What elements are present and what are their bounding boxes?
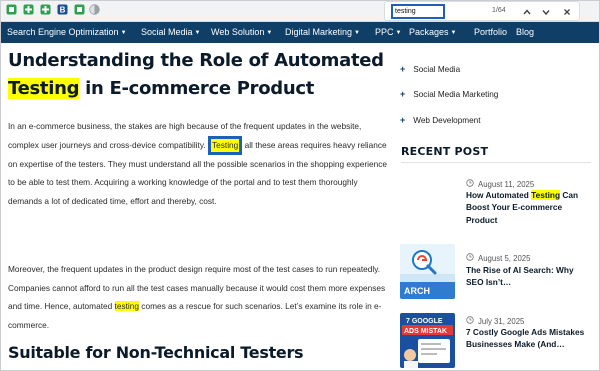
nav-item-packages[interactable]: Packages ▼ [409,27,456,37]
find-input[interactable]: testing [391,4,445,19]
find-bar: testing 1/64 [384,1,580,21]
nav-item-digital-marketing[interactable]: Digital Marketing ▼ [285,27,360,37]
bookmark-icon-2[interactable] [23,4,34,15]
plus-icon: + [400,64,406,74]
nav-item-portfolio[interactable]: Portfolio [474,27,507,37]
nav-item-seo[interactable]: Search Engine Optimization ▼ [7,27,127,37]
nav-item-web-solution[interactable]: Web Solution ▼ [211,27,272,37]
bookmark-icon-6[interactable] [89,4,100,15]
section-heading: Suitable for Non-Technical Testers [8,343,304,362]
post-date: August 5, 2025 [466,253,530,263]
find-previous-icon[interactable] [521,6,533,18]
bookmark-icon-1[interactable] [6,4,17,15]
recent-post-item[interactable]: 7 GOOGLE ADS MISTAK July 31, 2025 7 Cost… [400,313,590,371]
post-title[interactable]: How Automated Testing Can Boost Your E-c… [466,189,590,226]
chevron-down-icon: ▼ [450,30,457,36]
plus-icon: + [400,89,406,99]
post-thumbnail[interactable]: 7 GOOGLE ADS MISTAK [400,313,455,368]
chevron-down-icon: ▼ [395,30,402,36]
article-paragraph-1: In an e-commerce business, the stakes ar… [8,121,387,206]
browser-toolbar: B testing 1/64 [0,0,600,22]
svg-text:ARCH: ARCH [404,286,430,296]
search-highlight: Testing [8,78,80,99]
article-title-line-1: Understanding the Role of Automated [8,50,384,71]
sidebar-category-web-development[interactable]: + Web Development [400,115,480,125]
nav-item-social-media[interactable]: Social Media ▼ [141,27,200,37]
active-search-match: Testing [207,135,243,155]
post-title[interactable]: The Rise of AI Search: Why SEO Isn’t… [466,264,590,289]
find-close-icon[interactable] [561,6,573,18]
svg-text:7 GOOGLE: 7 GOOGLE [406,318,443,325]
recent-post-item[interactable]: August 11, 2025 How Automated Testing Ca… [400,175,590,225]
find-next-icon[interactable] [540,6,552,18]
post-date: August 11, 2025 [466,179,534,189]
search-highlight: Testing [531,190,561,200]
svg-text:ADS MISTAK: ADS MISTAK [404,328,447,335]
sidebar-category-social-media[interactable]: + Social Media [400,64,460,74]
article-paragraph-2: Moreover, the frequent updates in the pr… [8,264,386,330]
recent-post-item[interactable]: ARCH August 5, 2025 The Rise of AI Searc… [400,244,590,300]
chevron-down-icon: ▼ [266,30,273,36]
recent-post-heading: RECENT POST [401,145,489,158]
chevron-down-icon: ▼ [354,30,360,36]
post-date: July 31, 2025 [466,316,524,326]
bookmark-icon-3[interactable] [40,4,51,15]
bookmark-icon-5[interactable] [74,4,85,15]
clock-icon [466,253,474,263]
article-title-line-2: Testing in E-commerce Product [8,78,315,99]
chevron-down-icon: ▼ [194,30,201,36]
sidebar-category-social-media-marketing[interactable]: + Social Media Marketing [400,89,498,99]
main-nav: Search Engine Optimization ▼ Social Media… [0,22,600,43]
clock-icon [466,179,474,189]
chevron-down-icon: ▼ [120,30,127,36]
nav-item-blog[interactable]: Blog [516,27,534,37]
plus-icon: + [400,115,406,125]
find-match-count: 1/64 [492,7,506,14]
svg-text:B: B [60,6,66,15]
search-highlight: testing [114,301,139,312]
post-title[interactable]: 7 Costly Google Ads Mistakes Businesses … [466,326,590,351]
post-thumbnail[interactable]: ARCH [400,244,455,299]
clock-icon [466,316,474,326]
bookmark-icon-4[interactable]: B [57,4,68,15]
divider [401,162,591,163]
nav-item-ppc[interactable]: PPC ▼ [375,27,401,37]
